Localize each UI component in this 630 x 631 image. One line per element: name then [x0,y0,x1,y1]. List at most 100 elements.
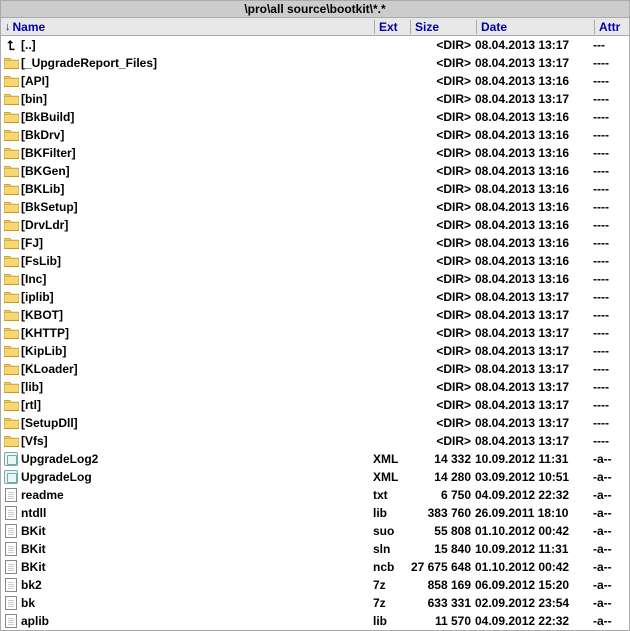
file-row[interactable]: UpgradeLog2XML14 33210.09.2012 11:31-a-- [1,450,629,468]
file-name: [KBOT] [21,308,63,322]
path-bar[interactable]: \pro\all source\bootkit\*.* [1,1,629,18]
cell-date: 08.04.2013 13:16 [475,200,593,214]
file-name: [BKLib] [21,182,64,196]
folder-row[interactable]: [KipLib]<DIR>08.04.2013 13:17---- [1,342,629,360]
cell-date: 04.09.2012 22:32 [475,488,593,502]
cell-name: BKit [3,560,373,574]
cell-size: 633 331 [409,596,475,610]
cell-ext: suo [373,524,409,538]
cell-name: [BKLib] [3,182,373,196]
folder-row[interactable]: [BkBuild]<DIR>08.04.2013 13:16---- [1,108,629,126]
file-row[interactable]: readmetxt6 75004.09.2012 22:32-a-- [1,486,629,504]
header-attr[interactable]: Attr [595,20,629,34]
cell-attr: ---- [593,92,627,106]
cell-attr: -a-- [593,470,627,484]
folder-row[interactable]: [KLoader]<DIR>08.04.2013 13:17---- [1,360,629,378]
cell-attr: ---- [593,398,627,412]
cell-name: bk2 [3,578,373,592]
file-name: ntdll [21,506,46,520]
header-name-label: Name [13,20,46,34]
cell-attr: -a-- [593,596,627,610]
header-ext[interactable]: Ext [375,20,411,34]
path-text: \pro\all source\bootkit\*.* [244,2,385,16]
cell-attr: ---- [593,56,627,70]
cell-attr: ---- [593,74,627,88]
folder-row[interactable]: [BKFilter]<DIR>08.04.2013 13:16---- [1,144,629,162]
folder-row[interactable]: [bin]<DIR>08.04.2013 13:17---- [1,90,629,108]
cell-size: <DIR> [409,146,475,160]
folder-row[interactable]: [KBOT]<DIR>08.04.2013 13:17---- [1,306,629,324]
file-row[interactable]: bk7z633 33102.09.2012 23:54-a-- [1,594,629,612]
column-headers: ↓ Name Ext Size Date Attr [1,18,629,36]
cell-size: <DIR> [409,416,475,430]
folder-row[interactable]: [rtl]<DIR>08.04.2013 13:17---- [1,396,629,414]
folder-row[interactable]: [BKGen]<DIR>08.04.2013 13:16---- [1,162,629,180]
cell-size: 15 840 [409,542,475,556]
cell-name: aplib [3,614,373,628]
cell-name: [KBOT] [3,308,373,322]
folder-row[interactable]: [Vfs]<DIR>08.04.2013 13:17---- [1,432,629,450]
cell-ext: ncb [373,560,409,574]
cell-size: 6 750 [409,488,475,502]
cell-size: <DIR> [409,74,475,88]
cell-date: 08.04.2013 13:17 [475,362,593,376]
file-row[interactable]: ntdlllib383 76026.09.2011 18:10-a-- [1,504,629,522]
cell-name: readme [3,488,373,502]
cell-size: <DIR> [409,38,475,52]
cell-ext: 7z [373,578,409,592]
folder-row[interactable]: [API]<DIR>08.04.2013 13:16---- [1,72,629,90]
cell-attr: -a-- [593,452,627,466]
folder-row[interactable]: [BkSetup]<DIR>08.04.2013 13:16---- [1,198,629,216]
file-row[interactable]: bk27z858 16906.09.2012 15:20-a-- [1,576,629,594]
folder-icon [3,254,19,268]
file-name: aplib [21,614,49,628]
folder-icon [3,416,19,430]
file-row[interactable]: BKitncb27 675 64801.10.2012 00:42-a-- [1,558,629,576]
file-name: [FsLib] [21,254,61,268]
header-name[interactable]: ↓ Name [1,20,375,34]
folder-row[interactable]: [lib]<DIR>08.04.2013 13:17---- [1,378,629,396]
cell-name: [rtl] [3,398,373,412]
file-row[interactable]: apliblib11 57004.09.2012 22:32-a-- [1,612,629,630]
file-row[interactable]: BKitsuo55 80801.10.2012 00:42-a-- [1,522,629,540]
cell-name: [API] [3,74,373,88]
folder-row[interactable]: [SetupDll]<DIR>08.04.2013 13:17---- [1,414,629,432]
folder-row[interactable]: [FsLib]<DIR>08.04.2013 13:16---- [1,252,629,270]
cell-attr: ---- [593,164,627,178]
file-name: [..] [21,38,36,52]
cell-size: <DIR> [409,92,475,106]
cell-size: <DIR> [409,236,475,250]
cell-name: [BKFilter] [3,146,373,160]
folder-row[interactable]: [FJ]<DIR>08.04.2013 13:16---- [1,234,629,252]
file-name: [Vfs] [21,434,48,448]
folder-row[interactable]: [iplib]<DIR>08.04.2013 13:17---- [1,288,629,306]
file-row[interactable]: UpgradeLogXML14 28003.09.2012 10:51-a-- [1,468,629,486]
cell-attr: ---- [593,416,627,430]
header-size[interactable]: Size [411,20,477,34]
file-icon [3,542,19,556]
file-name: BKit [21,542,46,556]
folder-icon [3,236,19,250]
cell-attr: -a-- [593,542,627,556]
folder-row[interactable]: [KHTTP]<DIR>08.04.2013 13:17---- [1,324,629,342]
cell-attr: ---- [593,308,627,322]
cell-name: [_UpgradeReport_Files] [3,56,373,70]
header-date[interactable]: Date [477,20,595,34]
file-name: UpgradeLog2 [21,452,98,466]
folder-row[interactable]: [BKLib]<DIR>08.04.2013 13:16---- [1,180,629,198]
cell-date: 08.04.2013 13:16 [475,236,593,250]
cell-name: [DrvLdr] [3,218,373,232]
folder-row[interactable]: [DrvLdr]<DIR>08.04.2013 13:16---- [1,216,629,234]
cell-date: 08.04.2013 13:16 [475,182,593,196]
cell-size: 55 808 [409,524,475,538]
header-attr-label: Attr [599,20,620,34]
cell-size: <DIR> [409,290,475,304]
folder-row[interactable]: [BkDrv]<DIR>08.04.2013 13:16---- [1,126,629,144]
file-icon [3,488,19,502]
file-name: [KipLib] [21,344,66,358]
file-name: [KLoader] [21,362,78,376]
file-row[interactable]: BKitsln15 84010.09.2012 11:31-a-- [1,540,629,558]
folder-row[interactable]: [_UpgradeReport_Files]<DIR>08.04.2013 13… [1,54,629,72]
folder-row[interactable]: [Inc]<DIR>08.04.2013 13:16---- [1,270,629,288]
parent-dir-row[interactable]: ⮤[..]<DIR>08.04.2013 13:17--- [1,36,629,54]
